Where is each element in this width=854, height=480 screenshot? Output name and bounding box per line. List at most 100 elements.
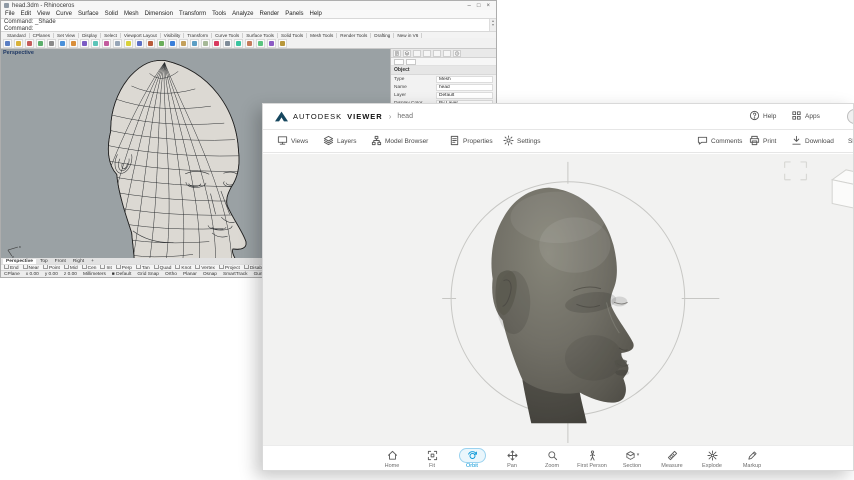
toolbar-icon[interactable]	[69, 39, 78, 48]
menu-item[interactable]: Dimension	[145, 11, 173, 17]
toolbar-icon[interactable]	[25, 39, 34, 48]
toolbar-tab[interactable]: Drafting	[371, 33, 394, 38]
toolbar-tab[interactable]: Curve Tools	[212, 33, 243, 38]
toolbar-tab[interactable]: Display	[79, 33, 101, 38]
toolbar-icon[interactable]	[91, 39, 100, 48]
toolbar-button[interactable]: Share	[845, 133, 854, 151]
tool-button[interactable]: Home	[376, 448, 409, 469]
property-value[interactable]: Mesh	[436, 76, 493, 83]
render-icon[interactable]	[443, 50, 451, 57]
command-prompt[interactable]: Command:	[4, 26, 493, 33]
tool-button[interactable]: Markup	[736, 448, 769, 469]
tool-button[interactable]: Fit	[416, 448, 449, 469]
toolbar-button[interactable]: Settings	[503, 133, 541, 151]
window-control-button[interactable]: ×	[483, 3, 493, 9]
status-item[interactable]: Ortho	[165, 272, 177, 277]
toolbar-icon[interactable]	[245, 39, 254, 48]
toolbar-tab[interactable]: Select	[101, 33, 121, 38]
toolbar-icon[interactable]	[135, 39, 144, 48]
viewport-label[interactable]: Perspective	[3, 50, 34, 56]
status-item[interactable]: SmartTrack	[223, 272, 248, 277]
menu-item[interactable]: Edit	[21, 11, 31, 17]
menu-item[interactable]: Curve	[56, 11, 72, 17]
window-control-button[interactable]: –	[465, 3, 474, 9]
open-file-name[interactable]: head	[397, 113, 413, 120]
top-action-button[interactable]: Apps	[791, 108, 820, 126]
menu-item[interactable]: Transform	[179, 11, 206, 17]
toolbar-icon[interactable]	[223, 39, 232, 48]
status-item[interactable]: y 0.00	[45, 272, 58, 277]
viewer-canvas[interactable]	[263, 154, 853, 445]
toolbar-button[interactable]: Model Browser	[371, 133, 428, 151]
toolbar-icon[interactable]	[36, 39, 45, 48]
toolbar-button[interactable]: Download	[791, 133, 834, 151]
object-filter-button[interactable]	[394, 59, 404, 65]
toolbar-tab[interactable]: Standard	[4, 33, 30, 38]
tool-button[interactable]: Zoom	[536, 448, 569, 469]
command-scrollbar[interactable]: ▴▾	[489, 19, 496, 31]
menu-item[interactable]: View	[37, 11, 50, 17]
status-item[interactable]: z 0.00	[64, 272, 77, 277]
help-icon[interactable]	[453, 50, 461, 57]
toolbar-button[interactable]: Properties	[449, 133, 493, 151]
status-item[interactable]: ■ Default	[112, 272, 131, 277]
menu-item[interactable]: Render	[260, 11, 280, 17]
toolbar-icon[interactable]	[168, 39, 177, 48]
toolbar-tab[interactable]: Solid Tools	[278, 33, 307, 38]
status-item[interactable]: Millimeters	[83, 272, 106, 277]
menu-item[interactable]: File	[5, 11, 15, 17]
toolbar-icon[interactable]	[146, 39, 155, 48]
viewport-tab[interactable]: Right	[70, 259, 87, 264]
toolbar-tab[interactable]: Set View	[54, 33, 79, 38]
layers-icon[interactable]	[403, 50, 411, 57]
viewport-tab[interactable]: Front	[52, 259, 69, 264]
menu-item[interactable]: Help	[310, 11, 322, 17]
toolbar-button[interactable]: Layers	[323, 133, 357, 151]
toolbar-tab[interactable]: Mesh Tools	[307, 33, 337, 38]
account-avatar[interactable]	[847, 109, 854, 124]
menu-item[interactable]: Mesh	[124, 11, 139, 17]
menu-item[interactable]: Solid	[105, 11, 118, 17]
toolbar-tab[interactable]: CPlanes	[30, 33, 54, 38]
status-item[interactable]: CPlane	[4, 272, 20, 277]
toolbar-icon[interactable]	[179, 39, 188, 48]
toolbar-tab[interactable]: Viewport Layout	[121, 33, 161, 38]
viewport-tab[interactable]: Perspective	[3, 259, 36, 264]
top-action-button[interactable]: Help	[749, 108, 776, 126]
menu-item[interactable]: Analyze	[232, 11, 253, 17]
toolbar-icon[interactable]	[80, 39, 89, 48]
toolbar-icon[interactable]	[124, 39, 133, 48]
toolbar-tab[interactable]: Render Tools	[337, 33, 371, 38]
toolbar-button[interactable]: Views	[277, 133, 308, 151]
tool-button[interactable]: Measure	[656, 448, 689, 469]
tool-button[interactable]: Orbit	[456, 448, 489, 469]
materials-icon[interactable]	[423, 50, 431, 57]
toolbar-tab[interactable]: Visibility	[161, 33, 185, 38]
toolbar-icon[interactable]	[212, 39, 221, 48]
viewport-tab[interactable]: Top	[37, 259, 51, 264]
toolbar-button[interactable]: Print	[749, 133, 776, 151]
object-filter-button[interactable]	[406, 59, 416, 65]
property-value[interactable]: head	[436, 84, 493, 91]
viewport-tab[interactable]: +	[88, 259, 97, 264]
toolbar-icon[interactable]	[58, 39, 67, 48]
tool-button[interactable]: Explode	[696, 448, 729, 469]
menu-item[interactable]: Panels	[285, 11, 303, 17]
toolbar-icon[interactable]	[3, 39, 12, 48]
toolbar-icon[interactable]	[157, 39, 166, 48]
toolbar-icon[interactable]	[102, 39, 111, 48]
toolbar-button[interactable]: Comments	[697, 133, 742, 151]
status-item[interactable]: Grid Snap	[137, 272, 159, 277]
tool-button[interactable]: First Person	[576, 448, 609, 469]
toolbar-icon[interactable]	[256, 39, 265, 48]
toolbar-icon[interactable]	[267, 39, 276, 48]
toolbar-tab[interactable]: Surface Tools	[243, 33, 278, 38]
toolbar-icon[interactable]	[234, 39, 243, 48]
property-value[interactable]: Default	[436, 92, 493, 99]
toolbar-icon[interactable]	[14, 39, 23, 48]
display-icon[interactable]	[413, 50, 421, 57]
toolbar-icon[interactable]	[47, 39, 56, 48]
toolbar-tab[interactable]: New in V6	[394, 33, 422, 38]
status-item[interactable]: Planar	[183, 272, 197, 277]
lights-icon[interactable]	[433, 50, 441, 57]
